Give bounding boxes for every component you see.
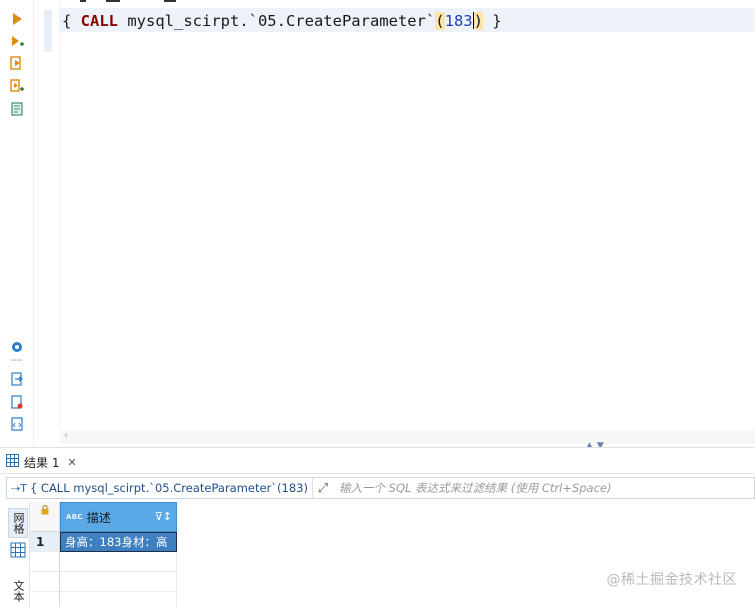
app-window: { CALL mysql_scirpt.`05.CreateParameter`… <box>0 0 755 607</box>
editor-gutter <box>34 0 60 430</box>
lock-icon <box>41 505 48 515</box>
play-plus-icon <box>12 36 24 46</box>
result-grid: ABC 描述 ⊽↕ 1 身高：183身材：高 <box>30 502 755 607</box>
empty-row-number <box>30 572 60 592</box>
table-icon <box>6 454 19 470</box>
empty-cell <box>60 572 177 592</box>
close-brace: } <box>482 12 502 30</box>
grid-view-icon[interactable] <box>10 542 26 558</box>
paren-close: ) <box>473 12 483 30</box>
query-source[interactable]: ⇢T { CALL mysql_scirpt.`05.CreateParamet… <box>7 478 313 498</box>
scroll-left-icon[interactable]: ‹ <box>64 430 68 441</box>
filter-sort-icon[interactable]: ⊽↕ <box>155 510 172 523</box>
file-alert-icon <box>11 395 23 409</box>
gear-icon <box>12 342 22 352</box>
format-button[interactable] <box>8 415 26 433</box>
file-code-icon <box>11 417 23 431</box>
script-run-plus-icon <box>10 79 24 92</box>
open-brace: { <box>62 12 81 30</box>
call-keyword: CALL <box>80 12 118 30</box>
top-edge-marks <box>80 0 176 2</box>
tab-grid[interactable]: 网格 <box>8 508 28 538</box>
table-cell[interactable]: 身高：183身材：高 <box>60 532 177 552</box>
current-line-marker <box>44 10 52 52</box>
results-tabbar: 结果 1 ✕ <box>0 448 755 474</box>
dots-icon <box>11 359 22 361</box>
watermark: @稀土掘金技术社区 <box>606 572 737 588</box>
horizontal-scrollbar[interactable]: ‹ <box>60 430 755 444</box>
empty-row-number <box>30 552 60 572</box>
column-name: 描述 <box>86 510 111 525</box>
grid-corner[interactable] <box>30 502 60 532</box>
string-type-icon: ABC <box>66 513 83 521</box>
query-icon: ⇢T <box>11 481 27 495</box>
close-icon[interactable]: ✕ <box>67 456 76 469</box>
filter-bar: ⇢T { CALL mysql_scirpt.`05.CreateParamet… <box>6 477 755 499</box>
editor-toolbar <box>0 0 34 445</box>
empty-cell <box>60 592 177 607</box>
sql-editor[interactable]: { CALL mysql_scirpt.`05.CreateParameter`… <box>0 0 755 451</box>
play-icon <box>13 13 22 25</box>
filter-input[interactable] <box>332 481 754 495</box>
import-button[interactable] <box>8 393 26 411</box>
expand-icon[interactable]: ⤢ <box>313 478 333 498</box>
view-switcher: 网格 文本 <box>6 502 30 607</box>
execute-script-new-tab-button[interactable] <box>8 77 26 95</box>
plan-icon <box>11 102 23 116</box>
query-source-text: { CALL mysql_scirpt.`05.CreateParameter`… <box>29 481 308 495</box>
execute-new-tab-button[interactable] <box>8 33 26 51</box>
column-header-description[interactable]: ABC 描述 ⊽↕ <box>60 502 177 532</box>
paren-open: ( <box>435 12 445 30</box>
execute-script-button[interactable] <box>8 54 26 72</box>
sql-statement[interactable]: { CALL mysql_scirpt.`05.CreateParameter`… <box>62 10 502 32</box>
empty-row-number <box>30 592 60 607</box>
empty-cell <box>60 552 177 572</box>
row-number[interactable]: 1 <box>30 532 60 552</box>
argument-value: 183 <box>444 12 473 30</box>
export-icon <box>11 372 24 386</box>
explain-plan-button[interactable] <box>8 100 26 118</box>
script-run-icon <box>10 56 21 70</box>
execute-statement-button[interactable] <box>8 10 26 28</box>
export-button[interactable] <box>8 370 26 388</box>
results-panel: 结果 1 ✕ ⇢T { CALL mysql_scirpt.`05.Create… <box>0 447 755 607</box>
tab-results-1[interactable]: 结果 1 ✕ <box>6 452 77 472</box>
procedure-name: mysql_scirpt.`05.CreateParameter` <box>118 12 436 30</box>
toolbar-separator <box>8 356 26 364</box>
tab-results-label: 结果 1 <box>24 455 60 470</box>
tab-text[interactable]: 文本 <box>8 574 28 607</box>
settings-button[interactable] <box>8 338 26 356</box>
